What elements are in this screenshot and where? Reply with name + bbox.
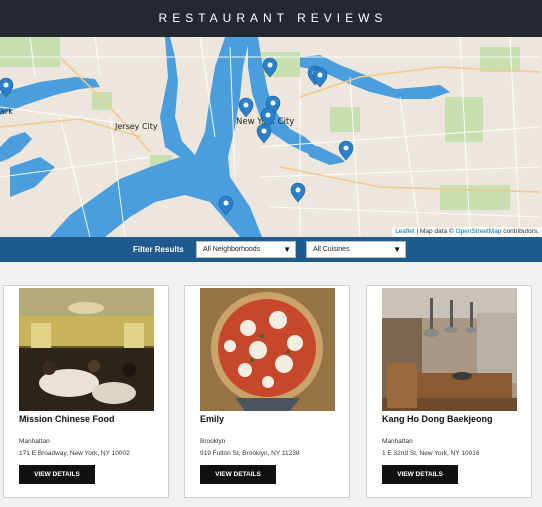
map-label-newark: ark — [0, 107, 13, 116]
page-header: RESTAURANT REVIEWS — [0, 0, 542, 37]
view-details-button[interactable]: VIEW DETAILS — [200, 465, 276, 484]
map-marker-dot — [261, 128, 267, 134]
restaurant-image — [382, 288, 517, 411]
neighborhood-select[interactable]: All Neighborhoods ▼ — [196, 241, 296, 258]
restaurant-address: 919 Fulton St, Brooklyn, NY 11238 — [200, 450, 300, 457]
restaurant-card: Mission Chinese Food Manhattan 171 E Bro… — [3, 285, 169, 498]
restaurant-name: Kang Ho Dong Baekjeong — [382, 414, 493, 424]
restaurant-name: Mission Chinese Food — [19, 414, 115, 424]
attribution-contributors: contributors, — [501, 228, 539, 235]
map-marker-dot — [243, 102, 249, 108]
map-marker-dot — [270, 100, 276, 106]
map-marker-dot — [295, 187, 301, 193]
neighborhood-select-value: All Neighborhoods — [203, 246, 261, 253]
leaflet-link[interactable]: Leaflet — [395, 228, 415, 235]
map-tiles[interactable]: Jersey City New York City ark — [0, 37, 542, 237]
map-attribution: Leaflet | Map data © OpenStreetMap contr… — [392, 227, 542, 237]
restaurant-image — [19, 288, 154, 411]
triangle-down-icon: ▼ — [393, 245, 401, 254]
page-title: RESTAURANT REVIEWS — [158, 11, 388, 25]
restaurant-neighborhood: Manhattan — [19, 438, 50, 445]
map-marker-dot — [317, 72, 323, 78]
map-marker-dot — [223, 200, 229, 206]
map-marker-dot — [265, 112, 271, 118]
filter-label: Filter Results — [133, 245, 184, 254]
osm-link[interactable]: OpenStreetMap — [456, 228, 502, 235]
map-marker-dot — [343, 145, 349, 151]
restaurant-address: 1 E 32nd St, New York, NY 10016 — [382, 450, 480, 457]
view-details-button[interactable]: VIEW DETAILS — [19, 465, 95, 484]
map-label-jersey-city: Jersey City — [114, 122, 158, 131]
triangle-down-icon: ▼ — [283, 245, 291, 254]
cuisine-select[interactable]: All Cuisines ▼ — [306, 241, 406, 258]
restaurant-card: Emily Brooklyn 919 Fulton St, Brooklyn, … — [184, 285, 350, 498]
cuisine-select-value: All Cuisines — [313, 246, 350, 253]
restaurant-name: Emily — [200, 414, 225, 424]
restaurant-address: 171 E Broadway, New York, NY 10002 — [19, 450, 130, 457]
map[interactable]: Jersey City New York City ark Leaflet | … — [0, 37, 542, 237]
restaurant-neighborhood: Manhattan — [382, 438, 413, 445]
filter-bar: Filter Results All Neighborhoods ▼ All C… — [0, 237, 542, 262]
restaurant-card: Kang Ho Dong Baekjeong Manhattan 1 E 32n… — [366, 285, 532, 498]
restaurant-neighborhood: Brooklyn — [200, 438, 226, 445]
view-details-button[interactable]: VIEW DETAILS — [382, 465, 458, 484]
restaurant-image — [200, 288, 335, 411]
attribution-text: | Map data © — [414, 228, 456, 235]
map-marker-dot — [3, 82, 9, 88]
map-marker-dot — [267, 62, 273, 68]
